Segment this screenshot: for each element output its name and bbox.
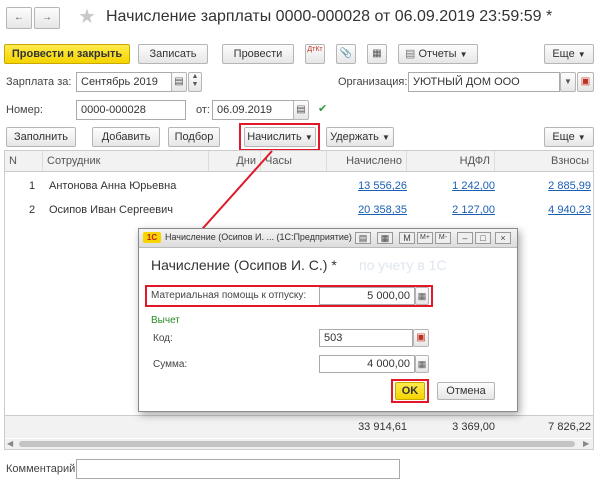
memory-m-icon[interactable]: M xyxy=(399,232,415,244)
calendar-icon[interactable]: ▦ xyxy=(377,232,393,244)
calculator-icon[interactable]: ▦ xyxy=(415,287,429,305)
material-aid-field[interactable]: 5 000,00 xyxy=(319,287,415,305)
clipboard-icon[interactable]: ▤ xyxy=(355,232,371,244)
code-label: Код: xyxy=(153,333,173,344)
code-field[interactable]: 503 xyxy=(319,329,413,347)
dialog-heading: Начисление (Осипов И. С.) * xyxy=(151,257,337,273)
accrual-dialog: 1С Начисление (Осипов И. ... (1С:Предпри… xyxy=(138,228,518,412)
material-aid-label: Материальная помощь к отпуску: xyxy=(151,290,307,301)
dialog-titlebar: 1С Начисление (Осипов И. ... (1С:Предпри… xyxy=(139,229,517,248)
dialog-window-title: Начисление (Осипов И. ... (1С:Предприяти… xyxy=(165,232,352,242)
memory-minus-icon[interactable]: M- xyxy=(435,232,451,244)
close-icon[interactable]: × xyxy=(495,232,511,244)
calculator-icon[interactable]: ▦ xyxy=(415,355,429,373)
ok-button[interactable]: OK xyxy=(395,382,425,400)
minimize-icon[interactable]: – xyxy=(457,232,473,244)
maximize-icon[interactable]: □ xyxy=(475,232,491,244)
memory-plus-icon[interactable]: M+ xyxy=(417,232,433,244)
sum-field[interactable]: 4 000,00 xyxy=(319,355,415,373)
watermark: по учету в 1С xyxy=(359,257,447,273)
open-link-icon[interactable]: ▣ xyxy=(413,329,429,347)
sum-label: Сумма: xyxy=(153,359,188,370)
cancel-button[interactable]: Отмена xyxy=(437,382,495,400)
deduction-section-label: Вычет xyxy=(151,315,180,326)
1c-logo-icon: 1С xyxy=(143,232,161,243)
